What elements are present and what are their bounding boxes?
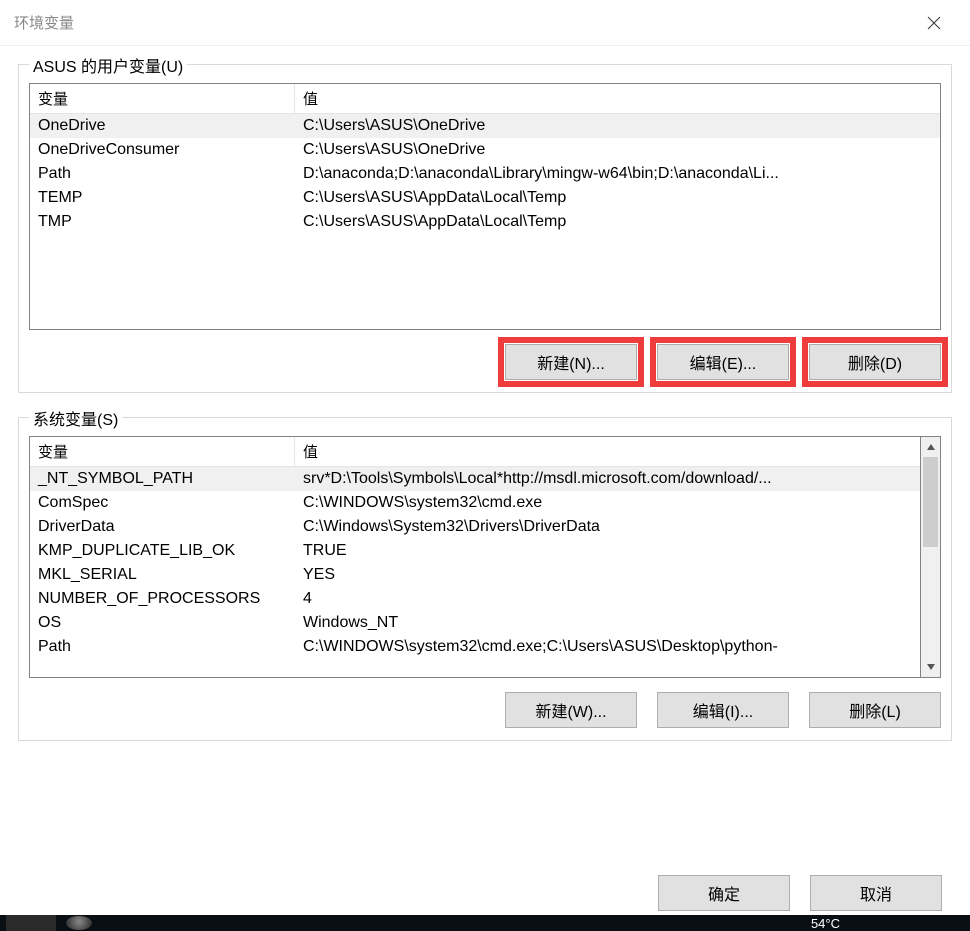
row-name: TMP	[30, 210, 295, 234]
system-scrollbar[interactable]	[921, 436, 941, 678]
user-edit-button[interactable]: 编辑(E)...	[657, 344, 789, 380]
user-delete-button[interactable]: 删除(D)	[809, 344, 941, 380]
system-edit-button[interactable]: 编辑(I)...	[657, 692, 789, 728]
row-value: C:\Users\ASUS\OneDrive	[295, 138, 940, 162]
user-col-value[interactable]: 值	[295, 84, 940, 113]
row-value: C:\Users\ASUS\OneDrive	[295, 114, 940, 138]
taskbar: 54°C	[0, 915, 970, 931]
titlebar: 环境变量	[0, 0, 970, 46]
row-value: 4	[295, 587, 920, 611]
table-row[interactable]: NUMBER_OF_PROCESSORS4	[30, 587, 920, 611]
table-row[interactable]: ComSpecC:\WINDOWS\system32\cmd.exe	[30, 491, 920, 515]
row-name: KMP_DUPLICATE_LIB_OK	[30, 539, 295, 563]
table-row[interactable]: TMPC:\Users\ASUS\AppData\Local\Temp	[30, 210, 940, 234]
table-row[interactable]: KMP_DUPLICATE_LIB_OKTRUE	[30, 539, 920, 563]
row-value: C:\Users\ASUS\AppData\Local\Temp	[295, 186, 940, 210]
scroll-thumb[interactable]	[923, 457, 938, 547]
system-col-name[interactable]: 变量	[30, 437, 295, 466]
row-name: OneDrive	[30, 114, 295, 138]
table-row[interactable]: OneDriveConsumerC:\Users\ASUS\OneDrive	[30, 138, 940, 162]
table-row[interactable]: _NT_SYMBOL_PATHsrv*D:\Tools\Symbols\Loca…	[30, 467, 920, 491]
system-col-value[interactable]: 值	[295, 437, 920, 466]
table-row[interactable]: PathC:\WINDOWS\system32\cmd.exe;C:\Users…	[30, 635, 920, 659]
row-name: _NT_SYMBOL_PATH	[30, 467, 295, 491]
user-group-label: ASUS 的用户变量(U)	[29, 53, 187, 77]
system-new-button[interactable]: 新建(W)...	[505, 692, 637, 728]
system-variables-group: 系统变量(S) 变量 值 _NT_SYMBOL_PATHsrv*D:\Tools…	[18, 417, 952, 741]
table-row[interactable]: OSWindows_NT	[30, 611, 920, 635]
user-col-name[interactable]: 变量	[30, 84, 295, 113]
row-value: C:\WINDOWS\system32\cmd.exe;C:\Users\ASU…	[295, 635, 920, 659]
row-value: YES	[295, 563, 920, 587]
row-value: srv*D:\Tools\Symbols\Local*http://msdl.m…	[295, 467, 920, 491]
ok-button[interactable]: 确定	[658, 875, 790, 911]
window-title: 环境变量	[14, 12, 912, 33]
system-variables-table[interactable]: 变量 值 _NT_SYMBOL_PATHsrv*D:\Tools\Symbols…	[29, 436, 921, 678]
table-row[interactable]: OneDriveC:\Users\ASUS\OneDrive	[30, 114, 940, 138]
system-group-label: 系统变量(S)	[29, 406, 122, 430]
row-value: D:\anaconda;D:\anaconda\Library\mingw-w6…	[295, 162, 940, 186]
taskbar-orb-icon[interactable]	[66, 916, 92, 930]
envvars-dialog: 环境变量 ASUS 的用户变量(U) 变量 值 OneDriveC:\Users…	[0, 0, 970, 931]
taskbar-item[interactable]	[6, 915, 56, 931]
table-row[interactable]: MKL_SERIALYES	[30, 563, 920, 587]
user-variables-table[interactable]: 变量 值 OneDriveC:\Users\ASUS\OneDriveOneDr…	[29, 83, 941, 330]
row-value: Windows_NT	[295, 611, 920, 635]
row-name: ComSpec	[30, 491, 295, 515]
row-name: TEMP	[30, 186, 295, 210]
row-name: OneDriveConsumer	[30, 138, 295, 162]
row-value: TRUE	[295, 539, 920, 563]
row-value: C:\Windows\System32\Drivers\DriverData	[295, 515, 920, 539]
system-delete-button[interactable]: 删除(L)	[809, 692, 941, 728]
user-new-button[interactable]: 新建(N)...	[505, 344, 637, 380]
system-table-header: 变量 值	[30, 437, 920, 467]
scroll-up-icon[interactable]	[921, 437, 940, 457]
scroll-track[interactable]	[921, 457, 940, 657]
row-name: NUMBER_OF_PROCESSORS	[30, 587, 295, 611]
row-name: MKL_SERIAL	[30, 563, 295, 587]
table-row[interactable]: PathD:\anaconda;D:\anaconda\Library\ming…	[30, 162, 940, 186]
row-name: Path	[30, 162, 295, 186]
taskbar-temperature: 54°C	[811, 916, 840, 931]
row-name: Path	[30, 635, 295, 659]
table-row[interactable]: DriverDataC:\Windows\System32\Drivers\Dr…	[30, 515, 920, 539]
scroll-down-icon[interactable]	[921, 657, 940, 677]
user-variables-group: ASUS 的用户变量(U) 变量 值 OneDriveC:\Users\ASUS…	[18, 64, 952, 393]
row-name: OS	[30, 611, 295, 635]
close-icon[interactable]	[912, 1, 956, 45]
row-value: C:\WINDOWS\system32\cmd.exe	[295, 491, 920, 515]
table-row[interactable]: TEMPC:\Users\ASUS\AppData\Local\Temp	[30, 186, 940, 210]
user-table-header: 变量 值	[30, 84, 940, 114]
row-value: C:\Users\ASUS\AppData\Local\Temp	[295, 210, 940, 234]
cancel-button[interactable]: 取消	[810, 875, 942, 911]
row-name: DriverData	[30, 515, 295, 539]
